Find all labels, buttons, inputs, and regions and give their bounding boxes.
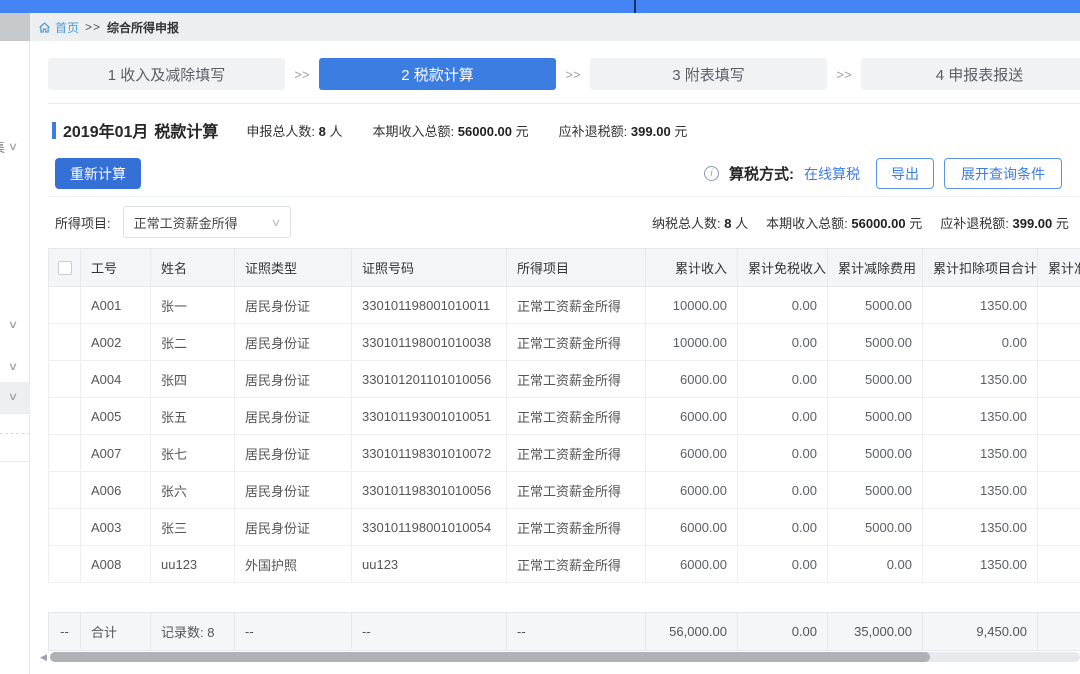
col-header: 累计准予扣除的捐赠额 [1038, 249, 1080, 287]
toolbar-right: i 算税方式: 在线算税 导出 展开查询条件 [704, 158, 1080, 189]
total-row: -- 合计记录数: 8------ 56,000.000.0035,000.00… [49, 613, 1080, 651]
summary-row: 2019年01月税款计算 申报总人数: 8 人 本期收入总额: 56000.00… [52, 118, 717, 142]
col-header: 累计减除费用 [828, 249, 923, 287]
breadcrumb-current: 综合所得申报 [107, 19, 179, 36]
table-row[interactable]: A008uu123外国护照uu123正常工资薪金所得 6000.000.000.… [49, 546, 1080, 583]
expand-query-button[interactable]: 展开查询条件 [944, 158, 1062, 189]
info-icon[interactable]: i [704, 166, 719, 181]
step-2-tax-calculation[interactable]: 2 税款计算 [319, 58, 556, 90]
tax-method-value[interactable]: 在线算税 [804, 164, 860, 184]
step-4-submit-declaration[interactable]: 4 申报表报送 [861, 58, 1080, 90]
refund-amount: 应补退税额: 399.00 元 [559, 121, 688, 140]
col-header: 累计收入 [646, 249, 738, 287]
period-income-total: 本期收入总额: 56000.00 元 [373, 121, 529, 140]
home-icon [38, 21, 51, 34]
period-income-total: 本期收入总额: 56000.00 元 [766, 213, 922, 232]
table-header-row: 工号 姓名 证照类型 证照号码 所得项目 累计收入 累计免税收入 累计减除费用 … [49, 249, 1080, 287]
table-row[interactable]: A004张四居民身份证330101201101010056正常工资薪金所得 60… [49, 361, 1080, 398]
left-sidebar: 集 ∨ ∨ ∨ ∨ [0, 41, 30, 674]
col-header: 累计扣除项目合计 [923, 249, 1038, 287]
refund-amount: 应补退税额: 399.00 元 [940, 213, 1069, 232]
select-all-checkbox[interactable] [58, 261, 72, 275]
breadcrumb-home-label: 首页 [55, 19, 79, 36]
page-title: 2019年01月税款计算 [63, 118, 218, 142]
title-text: 税款计算 [154, 124, 218, 141]
declared-count: 申报总人数: 8 人 [246, 121, 342, 140]
sidebar-divider [0, 461, 30, 462]
card-top-border [48, 103, 1080, 104]
table-row[interactable]: A007张七居民身份证330101198301010072正常工资薪金所得 60… [49, 435, 1080, 472]
step-separator: >> [285, 67, 319, 82]
step-separator: >> [556, 67, 590, 82]
filter-stats: 纳税总人数: 8 人 本期收入总额: 56000.00 元 应补退税额: 399… [652, 206, 1080, 238]
chevron-down-icon[interactable]: ∨ [8, 318, 18, 331]
chevron-down-icon[interactable]: ∨ [8, 140, 18, 153]
home-link[interactable]: 首页 [38, 19, 79, 36]
col-header: 证照号码 [352, 249, 507, 287]
step-wizard: 1 收入及减除填写 >> 2 税款计算 >> 3 附表填写 >> 4 申报表报送 [48, 58, 1080, 90]
text-cursor-tick [634, 0, 636, 13]
tax-declaration-page: 首页 >> 综合所得申报 集 ∨ ∨ ∨ ∨ 1 收入及减除填写 >> 2 税款… [0, 0, 1080, 674]
step-1-income-deduction[interactable]: 1 收入及减除填写 [48, 58, 285, 90]
chevron-down-icon[interactable]: ∨ [8, 390, 18, 403]
scrollbar-track[interactable] [50, 652, 1080, 662]
step-label: 4 申报表报送 [936, 64, 1024, 85]
sidebar-dashed-divider [0, 433, 30, 434]
horizontal-scrollbar[interactable]: ◀ [40, 651, 1080, 663]
spacer-row [49, 583, 1080, 613]
income-item-select[interactable]: 正常工资薪金所得 ∨ [123, 206, 291, 238]
top-blue-bar [0, 0, 1080, 13]
table-row[interactable]: A005张五居民身份证330101193001010051正常工资薪金所得 60… [49, 398, 1080, 435]
tax-method-label: 算税方式: [729, 163, 794, 184]
income-item-label: 所得项目: [55, 213, 111, 232]
chevron-down-icon[interactable]: ∨ [8, 360, 18, 373]
scroll-left-arrow-icon[interactable]: ◀ [40, 652, 50, 663]
col-header: 累计免税收入 [738, 249, 828, 287]
breadcrumb-separator: >> [85, 20, 101, 34]
scrollbar-thumb[interactable] [50, 652, 930, 662]
table-row[interactable]: A003张三居民身份证330101198001010054正常工资薪金所得 60… [49, 509, 1080, 546]
sidebar-divider [0, 413, 30, 414]
breadcrumb: 首页 >> 综合所得申报 [38, 13, 179, 41]
chevron-down-icon: ∨ [270, 216, 281, 229]
sidebar-corner [0, 13, 30, 41]
col-header: 所得项目 [507, 249, 646, 287]
step-3-attached-forms[interactable]: 3 附表填写 [590, 58, 827, 90]
step-separator: >> [827, 67, 861, 82]
taxpayer-count: 纳税总人数: 8 人 [652, 213, 748, 232]
recalculate-button[interactable]: 重新计算 [55, 158, 141, 189]
income-item-selected-value: 正常工资薪金所得 [134, 213, 238, 232]
toolbar-divider [48, 196, 1080, 197]
col-header: 证照类型 [235, 249, 352, 287]
table-row[interactable]: A001张一居民身份证330101198001010011正常工资薪金所得 10… [49, 287, 1080, 324]
step-label: 1 收入及减除填写 [108, 64, 226, 85]
col-header: 工号 [81, 249, 151, 287]
table-row[interactable]: A006张六居民身份证330101198301010056正常工资薪金所得 60… [49, 472, 1080, 509]
employee-tax-table: 工号 姓名 证照类型 证照号码 所得项目 累计收入 累计免税收入 累计减除费用 … [48, 248, 1080, 651]
table-row[interactable]: A002张二居民身份证330101198001010038正常工资薪金所得 10… [49, 324, 1080, 361]
period-month: 2019年01月 [63, 124, 148, 141]
col-header: 姓名 [151, 249, 235, 287]
step-label: 3 附表填写 [672, 64, 745, 85]
step-label: 2 税款计算 [401, 64, 474, 85]
export-button[interactable]: 导出 [876, 158, 934, 189]
filter-row: 所得项目: 正常工资薪金所得 ∨ [55, 206, 291, 238]
title-accent-bar [52, 122, 56, 139]
